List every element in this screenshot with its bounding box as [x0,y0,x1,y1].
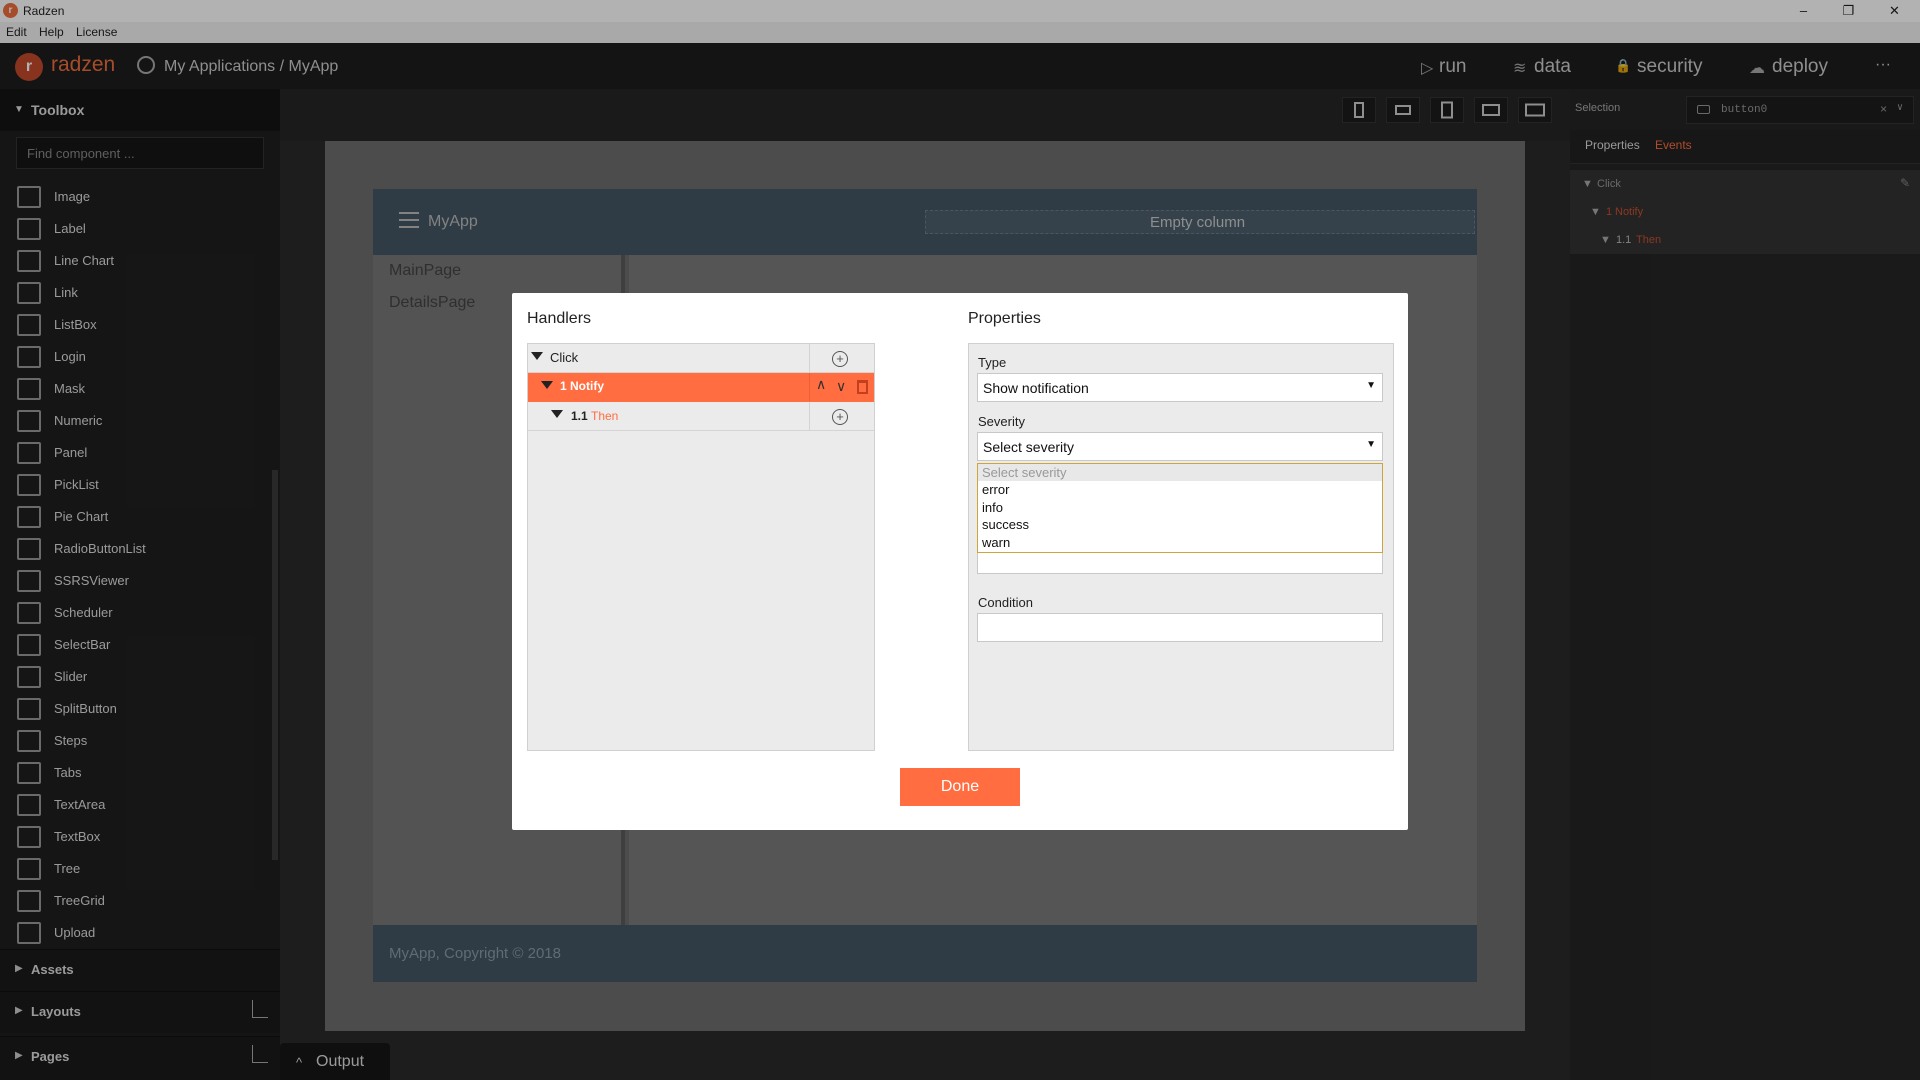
severity-select[interactable]: Select severity ▼ [977,432,1383,461]
handler-row-then[interactable]: 1.1 Then + [528,402,874,431]
severity-option-info[interactable]: info [982,500,1003,515]
handler-event-label: Click [550,350,579,365]
move-up-icon[interactable]: ∧ [816,376,826,393]
done-button[interactable]: Done [900,768,1020,806]
type-select[interactable]: Show notification ▼ [977,373,1383,402]
collapse-icon[interactable] [531,352,543,360]
collapse-icon[interactable] [551,410,563,418]
add-action-icon[interactable]: + [832,409,848,425]
properties-title: Properties [968,310,1041,327]
severity-option-error[interactable]: error [982,482,1009,497]
severity-label: Severity [978,414,1025,429]
severity-option-success[interactable]: success [982,517,1029,532]
condition-label: Condition [978,595,1033,610]
handler-row-click[interactable]: Click + [528,344,874,373]
type-value: Show notification [983,380,1089,396]
severity-value: Select severity [983,439,1075,455]
dropdown-arrow-icon: ▼ [1366,439,1376,450]
then-label: Then [591,409,619,423]
condition-input[interactable] [977,613,1383,642]
then-number: 1.1 [571,409,588,423]
handler-row-notify[interactable]: 1 Notify ∧ ∨ [528,373,874,402]
severity-option-placeholder[interactable]: Select severity [982,465,1067,480]
handlers-tree: Click + 1 Notify ∧ ∨ 1.1 Then + [527,343,875,751]
severity-option-warn[interactable]: warn [982,535,1010,550]
move-down-icon[interactable]: ∨ [836,378,846,395]
collapse-icon[interactable] [541,381,553,389]
properties-panel: Type Show notification ▼ Severity Select… [968,343,1394,751]
delete-icon[interactable] [857,380,868,394]
severity-options-list: Select severity error info success warn [977,463,1383,553]
dropdown-arrow-icon: ▼ [1366,380,1376,391]
event-handler-dialog: Handlers Properties Click + 1 Notify ∧ ∨… [512,293,1408,830]
handlers-title: Handlers [527,310,592,327]
action-notify-label: Notify [570,379,604,393]
add-action-icon[interactable]: + [832,351,848,367]
action-number: 1 [560,379,567,393]
type-label: Type [978,355,1007,370]
